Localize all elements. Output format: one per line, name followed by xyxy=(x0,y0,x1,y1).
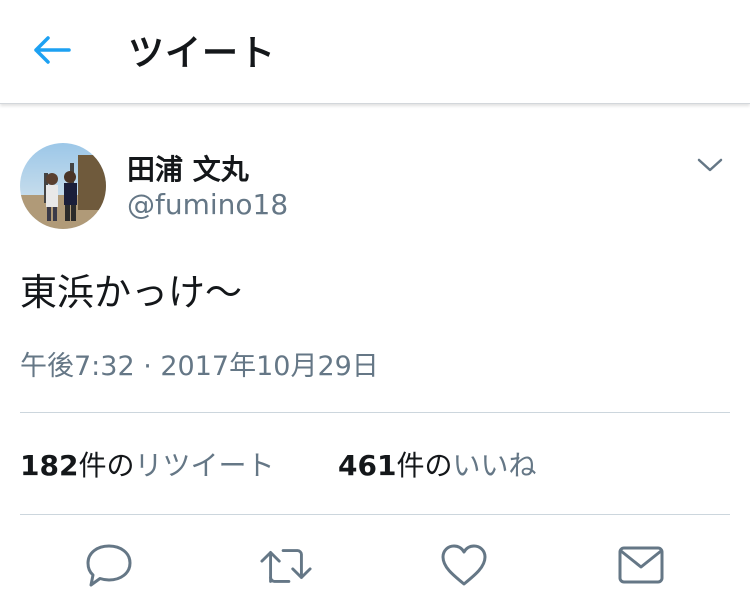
retweet-count-link[interactable]: 182件のリツイート xyxy=(20,444,274,484)
envelope-icon xyxy=(618,546,664,584)
author-name[interactable]: 田浦 文丸 xyxy=(127,148,249,188)
like-count-link[interactable]: 461件のいいね xyxy=(338,444,536,484)
divider xyxy=(20,412,730,413)
retweet-count-label: リツイート xyxy=(134,449,275,482)
share-dm-button[interactable] xyxy=(614,540,668,590)
tweet-timestamp: 午後7:32 · 2017年10月29日 xyxy=(20,351,379,382)
author-handle[interactable]: @fumino18 xyxy=(127,188,288,221)
reply-button[interactable] xyxy=(82,540,136,590)
avatar-photo xyxy=(20,143,106,229)
chevron-down-icon xyxy=(697,158,723,172)
retweet-icon xyxy=(260,549,312,583)
like-count-label: いいね xyxy=(452,449,537,482)
heart-icon xyxy=(441,544,487,586)
like-button[interactable] xyxy=(437,540,491,590)
like-count-unit: 件の xyxy=(396,449,453,482)
like-count: 461 xyxy=(338,449,397,482)
divider xyxy=(20,514,730,515)
retweet-count: 182 xyxy=(20,449,79,482)
reply-icon xyxy=(86,544,132,587)
back-arrow-icon xyxy=(34,36,71,64)
tweet-text: 東浜かっけ〜 xyxy=(20,271,242,314)
page-title: ツイート xyxy=(128,33,277,74)
tweet-menu-button[interactable] xyxy=(692,150,728,180)
top-bar: ツイート xyxy=(0,0,750,104)
avatar[interactable] xyxy=(20,143,106,229)
retweet-button[interactable] xyxy=(259,540,313,590)
back-button[interactable] xyxy=(28,30,74,70)
retweet-count-unit: 件の xyxy=(78,449,135,482)
